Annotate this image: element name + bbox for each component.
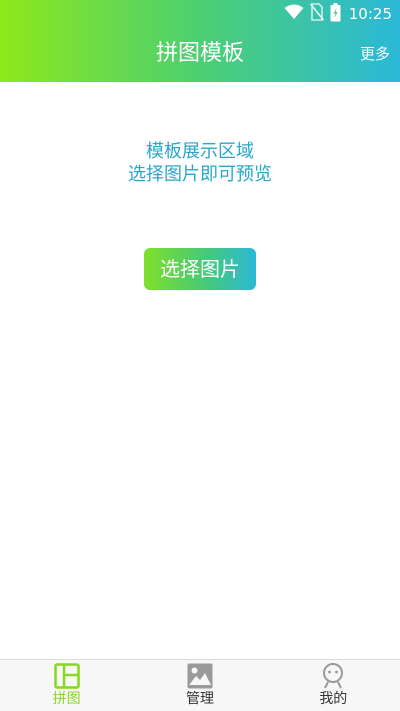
preview-hint-line-2: 选择图片即可预览 (128, 164, 272, 185)
status-time: 10:25 (348, 5, 392, 23)
nav-item-puzzle[interactable]: 拼图 (0, 660, 133, 711)
nav-label-manage: 管理 (185, 691, 214, 707)
status-bar: 10:25 (0, 0, 400, 28)
profile-icon (320, 663, 346, 689)
status-icons: 10:25 (284, 2, 392, 26)
template-preview-area: 模板展示区域 选择图片即可预览 (0, 140, 400, 186)
nav-label-puzzle: 拼图 (52, 691, 81, 707)
more-button[interactable]: 更多 (360, 43, 390, 65)
nav-item-manage[interactable]: 管理 (133, 660, 266, 711)
battery-charging-icon (330, 2, 341, 26)
no-sim-icon (309, 3, 324, 25)
page-title: 拼图模板 (155, 41, 244, 66)
preview-hint-line-1: 模板展示区域 (146, 141, 254, 162)
nav-label-mine: 我的 (319, 691, 348, 707)
select-image-button[interactable]: 选择图片 (144, 248, 256, 290)
title-bar: 拼图模板 更多 (0, 28, 400, 82)
app-header: 10:25 拼图模板 更多 (0, 0, 400, 82)
nav-item-mine[interactable]: 我的 (267, 660, 400, 711)
layout-icon (53, 663, 80, 689)
wifi-icon (284, 4, 304, 24)
image-icon (187, 663, 213, 689)
bottom-nav: 拼图 管理 我的 (0, 659, 400, 711)
